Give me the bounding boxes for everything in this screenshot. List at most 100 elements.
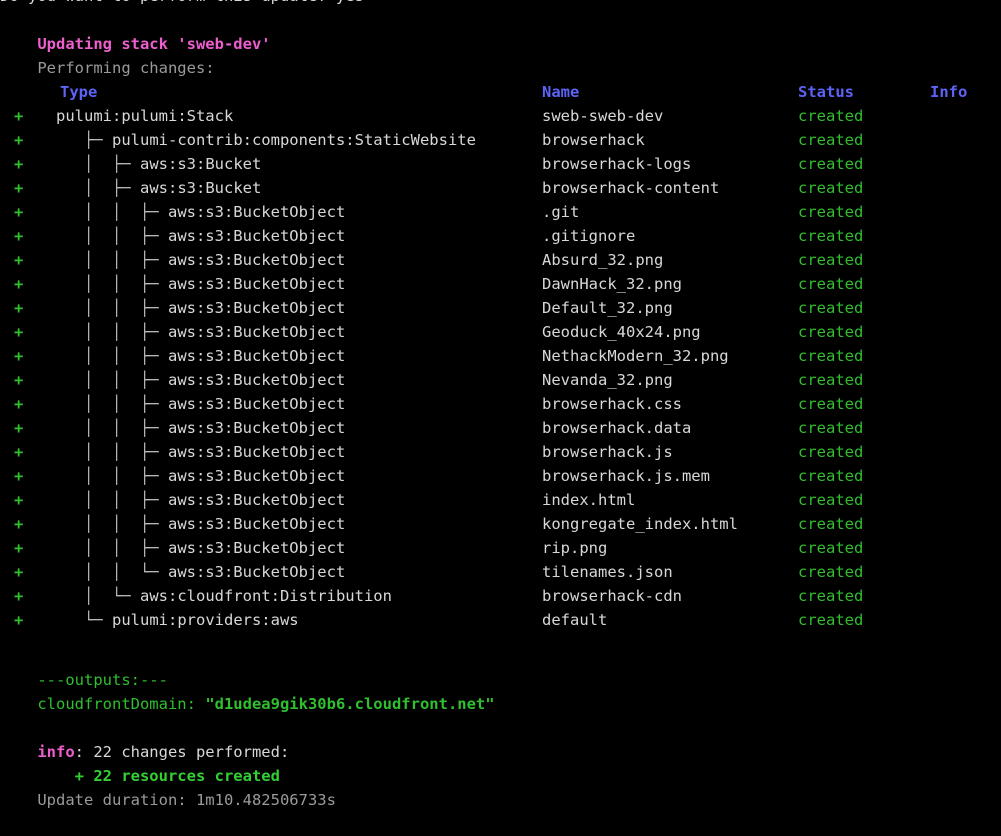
- table-row: + │ │ └─ aws:s3:BucketObjecttilenames.js…: [0, 560, 1001, 584]
- row-status-label: created: [798, 584, 863, 608]
- row-name-label: browserhack.css: [542, 392, 682, 416]
- row-name-label: index.html: [542, 488, 635, 512]
- output-key: cloudfrontDomain:: [37, 695, 196, 713]
- tree-connector-icon: │ │ ├─: [56, 227, 168, 245]
- outputs-divider: ---outputs:---: [0, 644, 1001, 668]
- tree-connector-icon: │ │ └─: [56, 563, 168, 581]
- row-status-label: created: [798, 272, 863, 296]
- row-name-label: kongregate_index.html: [542, 512, 738, 536]
- row-indent-spacer: [0, 563, 56, 581]
- table-row: + │ ├─ aws:s3:Bucketbrowserhack-contentc…: [0, 176, 1001, 200]
- row-type-label: aws:s3:BucketObject: [168, 323, 345, 341]
- table-row: + │ │ ├─ aws:s3:BucketObjectrip.pngcreat…: [0, 536, 1001, 560]
- table-row: + │ └─ aws:cloudfront:Distributionbrowse…: [0, 584, 1001, 608]
- output-entry-cloudfront-domain: cloudfrontDomain: "d1udea9gik30b6.cloudf…: [0, 668, 1001, 692]
- row-name-label: Default_32.png: [542, 296, 673, 320]
- row-status-label: created: [798, 416, 863, 440]
- table-row: + │ │ ├─ aws:s3:BucketObjectNevanda_32.p…: [0, 368, 1001, 392]
- table-row: + │ │ ├─ aws:s3:BucketObjectDefault_32.p…: [0, 296, 1001, 320]
- row-type-cell: │ │ ├─ aws:s3:BucketObject: [0, 512, 345, 536]
- row-indent-spacer: [0, 419, 56, 437]
- row-name-label: browserhack.data: [542, 416, 691, 440]
- resource-table-body: + pulumi:pulumi:Stacksweb-sweb-devcreate…: [0, 104, 1001, 632]
- prompt-line-text: Do you want to perform this update? yes: [0, 0, 364, 8]
- summary-info-line: info: 22 changes performed:: [0, 716, 1001, 740]
- row-type-cell: │ ├─ aws:s3:Bucket: [0, 152, 261, 176]
- row-indent-spacer: [0, 371, 56, 389]
- row-type-cell: │ │ ├─ aws:s3:BucketObject: [0, 344, 345, 368]
- row-indent-spacer: [0, 443, 56, 461]
- row-name-label: browserhack-cdn: [542, 584, 682, 608]
- row-type-label: aws:s3:BucketObject: [168, 251, 345, 269]
- row-type-label: aws:s3:BucketObject: [168, 539, 345, 557]
- row-type-cell: │ │ ├─ aws:s3:BucketObject: [0, 368, 345, 392]
- row-indent-spacer: [0, 227, 56, 245]
- updating-stack-line: Updating stack 'sweb-dev': [0, 8, 1001, 32]
- table-row: + └─ pulumi:providers:awsdefaultcreated: [0, 608, 1001, 632]
- row-status-label: created: [798, 248, 863, 272]
- column-header-status: Status: [798, 80, 854, 104]
- row-type-cell: │ │ ├─ aws:s3:BucketObject: [0, 440, 345, 464]
- row-type-cell: │ │ ├─ aws:s3:BucketObject: [0, 392, 345, 416]
- row-status-label: created: [798, 224, 863, 248]
- tree-connector-icon: │ │ ├─: [56, 419, 168, 437]
- tree-connector-icon: │ │ ├─: [56, 443, 168, 461]
- row-type-cell: │ │ ├─ aws:s3:BucketObject: [0, 416, 345, 440]
- row-type-cell: │ │ ├─ aws:s3:BucketObject: [0, 248, 345, 272]
- row-type-label: aws:s3:BucketObject: [168, 515, 345, 533]
- row-type-label: aws:s3:BucketObject: [168, 371, 345, 389]
- row-name-label: sweb-sweb-dev: [542, 104, 663, 128]
- row-name-label: tilenames.json: [542, 560, 673, 584]
- row-name-label: .gitignore: [542, 224, 635, 248]
- row-status-label: created: [798, 464, 863, 488]
- column-header-info: Info: [930, 80, 967, 104]
- row-status-label: created: [798, 392, 863, 416]
- table-row: + │ │ ├─ aws:s3:BucketObjectkongregate_i…: [0, 512, 1001, 536]
- table-header-row: Type Name Status Info: [0, 80, 1001, 104]
- row-indent-spacer: [0, 275, 56, 293]
- row-indent-spacer: [0, 299, 56, 317]
- table-row: + │ │ ├─ aws:s3:BucketObjectGeoduck_40x2…: [0, 320, 1001, 344]
- row-type-label: aws:s3:BucketObject: [168, 563, 345, 581]
- row-name-label: DawnHack_32.png: [542, 272, 682, 296]
- table-row: + │ │ ├─ aws:s3:BucketObjectAbsurd_32.pn…: [0, 248, 1001, 272]
- row-type-label: aws:s3:BucketObject: [168, 443, 345, 461]
- row-name-label: Geoduck_40x24.png: [542, 320, 701, 344]
- row-status-label: created: [798, 128, 863, 152]
- summary-duration-line: Update duration: 1m10.482506733s: [0, 764, 1001, 788]
- row-type-label: aws:s3:BucketObject: [168, 467, 345, 485]
- row-type-label: pulumi-contrib:components:StaticWebsite: [112, 131, 476, 149]
- column-header-type: Type: [60, 80, 97, 104]
- row-status-label: created: [798, 296, 863, 320]
- row-indent-spacer: [0, 539, 56, 557]
- tree-connector-icon: │ │ ├─: [56, 395, 168, 413]
- row-type-cell: │ │ ├─ aws:s3:BucketObject: [0, 296, 345, 320]
- row-type-cell: │ │ ├─ aws:s3:BucketObject: [0, 536, 345, 560]
- column-header-name: Name: [542, 80, 579, 104]
- tree-connector-icon: └─: [56, 611, 112, 629]
- tree-connector-icon: │ │ ├─: [56, 203, 168, 221]
- row-type-cell: │ │ └─ aws:s3:BucketObject: [0, 560, 345, 584]
- row-type-cell: pulumi:pulumi:Stack: [0, 104, 233, 128]
- tree-connector-icon: │ ├─: [56, 179, 140, 197]
- tree-connector-icon: │ │ ├─: [56, 323, 168, 341]
- row-status-label: created: [798, 440, 863, 464]
- row-type-label: aws:s3:BucketObject: [168, 347, 345, 365]
- row-name-label: rip.png: [542, 536, 607, 560]
- row-indent-spacer: [0, 251, 56, 269]
- row-type-cell: └─ pulumi:providers:aws: [0, 608, 299, 632]
- tree-connector-icon: │ └─: [56, 587, 140, 605]
- prompt-line: Do you want to perform this update? yes: [0, 0, 1001, 8]
- row-type-label: aws:s3:BucketObject: [168, 491, 345, 509]
- row-status-label: created: [798, 512, 863, 536]
- row-type-label: aws:s3:Bucket: [140, 155, 261, 173]
- row-indent-spacer: [0, 155, 56, 173]
- tree-connector-icon: │ │ ├─: [56, 347, 168, 365]
- terminal-window: Do you want to perform this update? yes …: [0, 0, 1001, 818]
- row-type-label: aws:s3:BucketObject: [168, 299, 345, 317]
- row-indent-spacer: [0, 107, 56, 125]
- row-indent-spacer: [0, 131, 56, 149]
- duration-label: Update duration:: [37, 791, 196, 809]
- row-type-label: pulumi:providers:aws: [112, 611, 299, 629]
- row-type-cell: │ └─ aws:cloudfront:Distribution: [0, 584, 392, 608]
